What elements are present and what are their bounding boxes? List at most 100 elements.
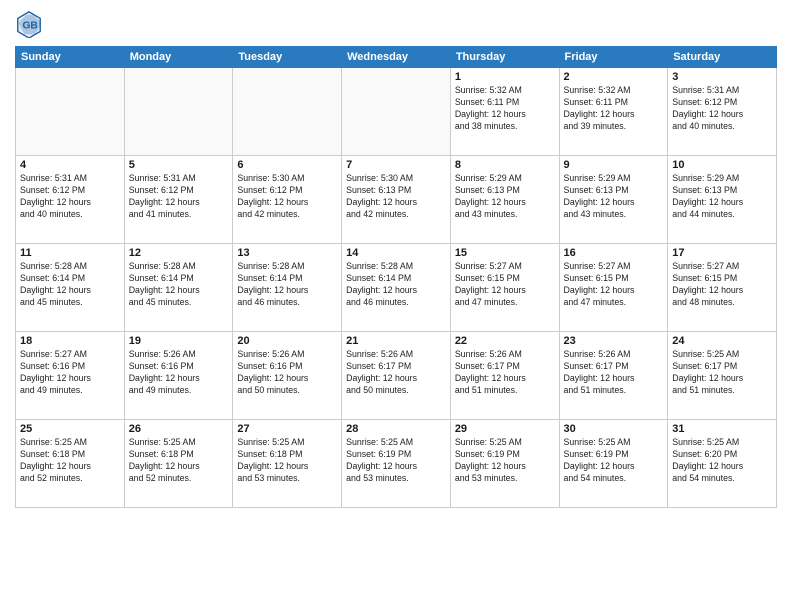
day-info: Sunrise: 5:29 AM Sunset: 6:13 PM Dayligh… (564, 173, 664, 221)
day-number: 11 (20, 247, 120, 259)
day-number: 7 (346, 159, 446, 171)
day-number: 3 (672, 71, 772, 83)
page: GB SundayMondayTuesdayWednesdayThursdayF… (0, 0, 792, 612)
day-info: Sunrise: 5:26 AM Sunset: 6:17 PM Dayligh… (564, 349, 664, 397)
calendar-cell: 28 Sunrise: 5:25 AM Sunset: 6:19 PM Dayli… (342, 420, 451, 508)
calendar-cell (16, 68, 125, 156)
day-info: Sunrise: 5:25 AM Sunset: 6:19 PM Dayligh… (455, 437, 555, 485)
logo-icon: GB (15, 10, 43, 38)
calendar-cell: 2Sunrise: 5:32 AM Sunset: 6:11 PM Daylig… (559, 68, 668, 156)
day-info: Sunrise: 5:32 AM Sunset: 6:11 PM Dayligh… (564, 85, 664, 133)
day-number: 26 (129, 423, 229, 435)
calendar-cell: 24Sunrise: 5:25 AM Sunset: 6:17 PM Dayli… (668, 332, 777, 420)
day-header-wednesday: Wednesday (342, 47, 451, 68)
day-info: Sunrise: 5:25 AM Sunset: 6:18 PM Dayligh… (129, 437, 229, 485)
day-info: Sunrise: 5:26 AM Sunset: 6:16 PM Dayligh… (129, 349, 229, 397)
day-header-sunday: Sunday (16, 47, 125, 68)
day-number: 31 (672, 423, 772, 435)
day-number: 16 (564, 247, 664, 259)
day-info: Sunrise: 5:29 AM Sunset: 6:13 PM Dayligh… (672, 173, 772, 221)
logo: GB (15, 10, 47, 38)
day-info: Sunrise: 5:28 AM Sunset: 6:14 PM Dayligh… (20, 261, 120, 309)
calendar-cell: 14 Sunrise: 5:28 AM Sunset: 6:14 PM Dayli… (342, 244, 451, 332)
calendar-cell: 26 Sunrise: 5:25 AM Sunset: 6:18 PM Dayli… (124, 420, 233, 508)
week-row-3: 11 Sunrise: 5:28 AM Sunset: 6:14 PM Dayli… (16, 244, 777, 332)
day-number: 12 (129, 247, 229, 259)
header: GB (15, 10, 777, 38)
day-number: 23 (564, 335, 664, 347)
calendar-cell: 22 Sunrise: 5:26 AM Sunset: 6:17 PM Dayli… (450, 332, 559, 420)
calendar-cell: 8Sunrise: 5:29 AM Sunset: 6:13 PM Daylig… (450, 156, 559, 244)
day-info: Sunrise: 5:25 AM Sunset: 6:19 PM Dayligh… (346, 437, 446, 485)
day-info: Sunrise: 5:27 AM Sunset: 6:15 PM Dayligh… (672, 261, 772, 309)
calendar-cell (233, 68, 342, 156)
calendar-cell: 11 Sunrise: 5:28 AM Sunset: 6:14 PM Dayli… (16, 244, 125, 332)
calendar-cell: 30Sunrise: 5:25 AM Sunset: 6:19 PM Dayli… (559, 420, 668, 508)
day-number: 19 (129, 335, 229, 347)
calendar-cell: 7Sunrise: 5:30 AM Sunset: 6:13 PM Daylig… (342, 156, 451, 244)
calendar-cell: 29 Sunrise: 5:25 AM Sunset: 6:19 PM Dayli… (450, 420, 559, 508)
day-info: Sunrise: 5:30 AM Sunset: 6:12 PM Dayligh… (237, 173, 337, 221)
day-header-thursday: Thursday (450, 47, 559, 68)
day-info: Sunrise: 5:31 AM Sunset: 6:12 PM Dayligh… (129, 173, 229, 221)
day-info: Sunrise: 5:29 AM Sunset: 6:13 PM Dayligh… (455, 173, 555, 221)
day-info: Sunrise: 5:25 AM Sunset: 6:20 PM Dayligh… (672, 437, 772, 485)
week-row-5: 25 Sunrise: 5:25 AM Sunset: 6:18 PM Dayli… (16, 420, 777, 508)
day-header-friday: Friday (559, 47, 668, 68)
day-number: 22 (455, 335, 555, 347)
calendar-cell: 18Sunrise: 5:27 AM Sunset: 6:16 PM Dayli… (16, 332, 125, 420)
day-number: 13 (237, 247, 337, 259)
day-info: Sunrise: 5:28 AM Sunset: 6:14 PM Dayligh… (346, 261, 446, 309)
calendar-cell: 9Sunrise: 5:29 AM Sunset: 6:13 PM Daylig… (559, 156, 668, 244)
day-number: 17 (672, 247, 772, 259)
day-number: 20 (237, 335, 337, 347)
calendar-cell: 12 Sunrise: 5:28 AM Sunset: 6:14 PM Dayli… (124, 244, 233, 332)
calendar-cell: 20 Sunrise: 5:26 AM Sunset: 6:16 PM Dayli… (233, 332, 342, 420)
day-number: 5 (129, 159, 229, 171)
day-number: 14 (346, 247, 446, 259)
day-number: 27 (237, 423, 337, 435)
calendar-cell: 15Sunrise: 5:27 AM Sunset: 6:15 PM Dayli… (450, 244, 559, 332)
calendar-cell: 27Sunrise: 5:25 AM Sunset: 6:18 PM Dayli… (233, 420, 342, 508)
day-info: Sunrise: 5:28 AM Sunset: 6:14 PM Dayligh… (129, 261, 229, 309)
calendar-cell: 21 Sunrise: 5:26 AM Sunset: 6:17 PM Dayli… (342, 332, 451, 420)
day-info: Sunrise: 5:31 AM Sunset: 6:12 PM Dayligh… (20, 173, 120, 221)
week-row-4: 18Sunrise: 5:27 AM Sunset: 6:16 PM Dayli… (16, 332, 777, 420)
day-number: 6 (237, 159, 337, 171)
week-row-1: 1 Sunrise: 5:32 AM Sunset: 6:11 PM Daylig… (16, 68, 777, 156)
calendar-cell: 3Sunrise: 5:31 AM Sunset: 6:12 PM Daylig… (668, 68, 777, 156)
day-number: 10 (672, 159, 772, 171)
day-number: 4 (20, 159, 120, 171)
week-row-2: 4 Sunrise: 5:31 AM Sunset: 6:12 PM Daylig… (16, 156, 777, 244)
day-number: 25 (20, 423, 120, 435)
day-number: 29 (455, 423, 555, 435)
day-number: 28 (346, 423, 446, 435)
calendar-cell: 13 Sunrise: 5:28 AM Sunset: 6:14 PM Dayli… (233, 244, 342, 332)
day-info: Sunrise: 5:25 AM Sunset: 6:18 PM Dayligh… (20, 437, 120, 485)
day-info: Sunrise: 5:26 AM Sunset: 6:17 PM Dayligh… (455, 349, 555, 397)
calendar-cell: 16 Sunrise: 5:27 AM Sunset: 6:15 PM Dayli… (559, 244, 668, 332)
day-info: Sunrise: 5:25 AM Sunset: 6:17 PM Dayligh… (672, 349, 772, 397)
calendar-cell: 5 Sunrise: 5:31 AM Sunset: 6:12 PM Daylig… (124, 156, 233, 244)
day-info: Sunrise: 5:32 AM Sunset: 6:11 PM Dayligh… (455, 85, 555, 133)
day-info: Sunrise: 5:27 AM Sunset: 6:15 PM Dayligh… (564, 261, 664, 309)
day-info: Sunrise: 5:26 AM Sunset: 6:17 PM Dayligh… (346, 349, 446, 397)
calendar-cell: 4 Sunrise: 5:31 AM Sunset: 6:12 PM Daylig… (16, 156, 125, 244)
day-info: Sunrise: 5:28 AM Sunset: 6:14 PM Dayligh… (237, 261, 337, 309)
day-number: 18 (20, 335, 120, 347)
day-info: Sunrise: 5:27 AM Sunset: 6:15 PM Dayligh… (455, 261, 555, 309)
day-info: Sunrise: 5:25 AM Sunset: 6:19 PM Dayligh… (564, 437, 664, 485)
calendar-cell: 17 Sunrise: 5:27 AM Sunset: 6:15 PM Dayli… (668, 244, 777, 332)
calendar-cell: 19 Sunrise: 5:26 AM Sunset: 6:16 PM Dayli… (124, 332, 233, 420)
day-number: 21 (346, 335, 446, 347)
day-header-monday: Monday (124, 47, 233, 68)
calendar-cell: 1 Sunrise: 5:32 AM Sunset: 6:11 PM Daylig… (450, 68, 559, 156)
calendar-header-row: SundayMondayTuesdayWednesdayThursdayFrid… (16, 47, 777, 68)
calendar-cell: 23 Sunrise: 5:26 AM Sunset: 6:17 PM Dayli… (559, 332, 668, 420)
calendar-cell: 25 Sunrise: 5:25 AM Sunset: 6:18 PM Dayli… (16, 420, 125, 508)
day-number: 1 (455, 71, 555, 83)
calendar-cell (342, 68, 451, 156)
svg-text:GB: GB (22, 21, 37, 32)
day-info: Sunrise: 5:26 AM Sunset: 6:16 PM Dayligh… (237, 349, 337, 397)
calendar-cell: 31 Sunrise: 5:25 AM Sunset: 6:20 PM Dayli… (668, 420, 777, 508)
